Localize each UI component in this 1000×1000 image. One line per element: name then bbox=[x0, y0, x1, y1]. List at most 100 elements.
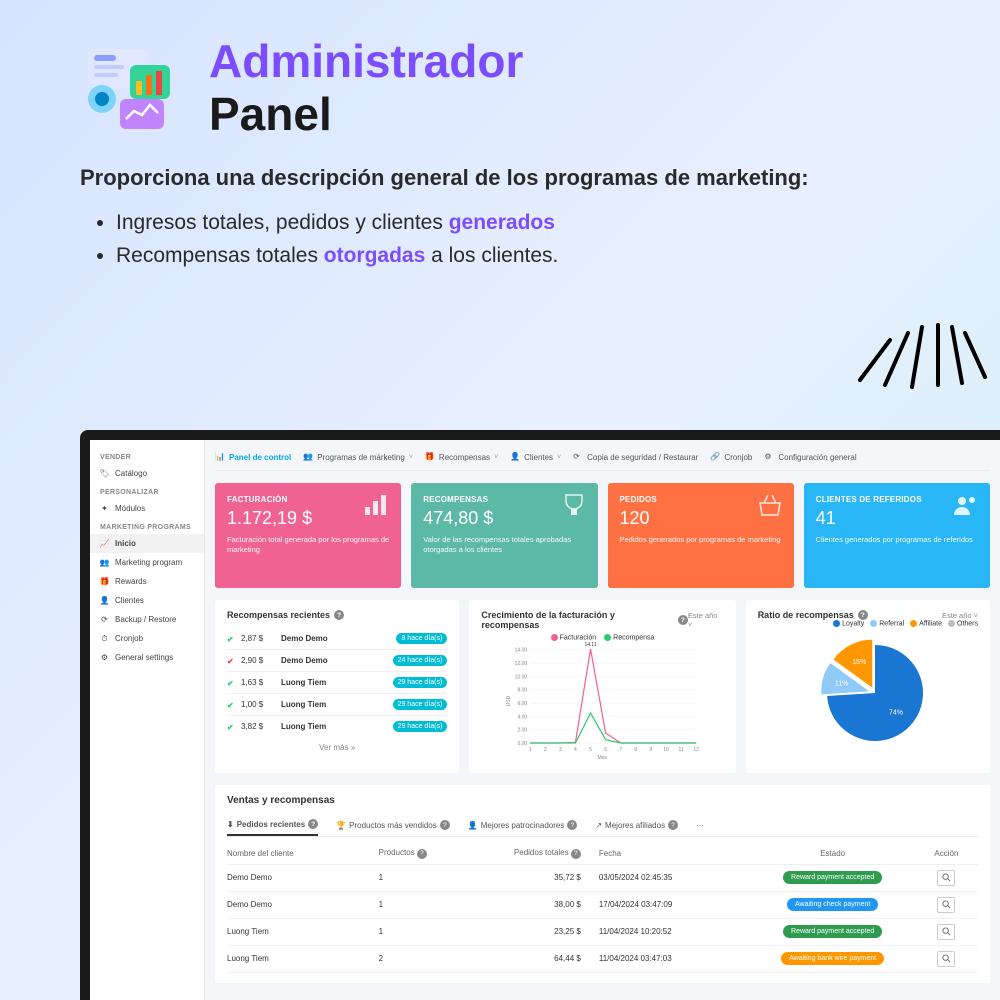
sidebar-item-cronjob[interactable]: ⏱Cronjob bbox=[90, 629, 204, 648]
dashboard-icon: 📊 bbox=[215, 452, 225, 462]
share-icon: ↗ bbox=[595, 821, 602, 830]
sidebar-item-rewards[interactable]: 🎁Rewards bbox=[90, 572, 204, 591]
users-icon bbox=[952, 493, 980, 517]
sidebar-item-clientes[interactable]: 👤Clientes bbox=[90, 591, 204, 610]
sidebar-item-catalogo[interactable]: 🏷Catálogo bbox=[90, 464, 204, 483]
kpi-facturacion: FACTURACIÓN 1.172,19 $ Facturación total… bbox=[215, 483, 401, 588]
chevron-down-icon: ˅ bbox=[409, 454, 413, 461]
card-sales: Ventas y recompensas ⬇Pedidos recientes … bbox=[215, 785, 990, 983]
time-pill: 29 hace día(s) bbox=[393, 699, 448, 710]
feature-bullets: Ingresos totales, pedidos y clientes gen… bbox=[80, 206, 930, 273]
top-tabs: 📊Panel de control 👥Programas de márketin… bbox=[215, 448, 990, 471]
sidebar-item-backup[interactable]: ⟳Backup / Restore bbox=[90, 610, 204, 629]
help-icon[interactable]: ? bbox=[334, 610, 344, 620]
card-recent-rewards: Recompensas recientes ? ✔ 2,87 $ Demo De… bbox=[215, 600, 459, 773]
help-icon[interactable]: ? bbox=[668, 820, 678, 830]
recent-reward-row[interactable]: ✔ 1,00 $ Luong Tiem 29 hace día(s) bbox=[227, 694, 447, 716]
gift-icon: 🎁 bbox=[100, 577, 109, 586]
spark-decoration bbox=[840, 285, 990, 395]
svg-text:Mes: Mes bbox=[598, 755, 608, 761]
help-icon[interactable]: ? bbox=[440, 820, 450, 830]
tab-config[interactable]: ⚙Configuración general bbox=[764, 452, 856, 462]
recent-reward-row[interactable]: ✔ 2,87 $ Demo Demo 8 hace día(s) bbox=[227, 628, 447, 650]
svg-text:11: 11 bbox=[679, 747, 684, 753]
svg-text:0.00: 0.00 bbox=[518, 741, 528, 747]
table-row: Luong Tiem 1 23,25 $ 11/04/2024 10:20:52… bbox=[227, 919, 978, 946]
tab-programas[interactable]: 👥Programas de márketing˅ bbox=[303, 452, 413, 462]
download-icon: ⬇ bbox=[227, 820, 234, 829]
status-badge: Awaiting bank wire payment bbox=[781, 952, 884, 965]
tab-cronjob[interactable]: 🔗Cronjob bbox=[710, 452, 752, 462]
help-icon[interactable]: ? bbox=[567, 820, 577, 830]
table-row: Demo Demo 1 38,00 $ 17/04/2024 03:47:09 … bbox=[227, 892, 978, 919]
svg-text:3: 3 bbox=[559, 747, 562, 753]
sidebar-item-modulos[interactable]: ✦Módulos bbox=[90, 499, 204, 518]
svg-text:10: 10 bbox=[664, 747, 670, 753]
user-icon: 👤 bbox=[510, 452, 520, 462]
recent-reward-row[interactable]: ✔ 1,63 $ Luong Tiem 29 hace día(s) bbox=[227, 672, 447, 694]
help-icon[interactable]: ? bbox=[417, 849, 427, 859]
svg-text:12.00: 12.00 bbox=[515, 661, 528, 667]
svg-text:2.00: 2.00 bbox=[518, 728, 528, 734]
help-icon[interactable]: ? bbox=[571, 849, 581, 859]
sales-tab-productos[interactable]: 🏆Productos más vendidos ? bbox=[336, 814, 450, 836]
subtitle: Proporciona una descripción general de l… bbox=[80, 163, 930, 194]
sales-tab-patroc[interactable]: 👤Mejores patrocinadores ? bbox=[468, 814, 578, 836]
svg-text:6: 6 bbox=[605, 747, 608, 753]
svg-text:1: 1 bbox=[529, 747, 532, 753]
sales-tab-afiliados[interactable]: ↗Mejores afiliados ? bbox=[595, 814, 678, 836]
time-pill: 8 hace día(s) bbox=[396, 633, 447, 644]
svg-text:8: 8 bbox=[635, 747, 638, 753]
users-icon: 👤 bbox=[100, 596, 109, 605]
recent-reward-row[interactable]: ✔ 3,82 $ Luong Tiem 29 hace día(s) bbox=[227, 716, 447, 737]
svg-text:12: 12 bbox=[694, 747, 700, 753]
table-row: Luong Tiem 2 64,44 $ 11/04/2024 03:47:03… bbox=[227, 946, 978, 973]
card-ratio-pie: Ratio de recompensas ? Este año ˅ Loyalt… bbox=[746, 600, 990, 773]
puzzle-icon: ✦ bbox=[100, 504, 109, 513]
basket-icon bbox=[756, 493, 784, 517]
time-pill: 29 hace día(s) bbox=[393, 721, 448, 732]
sidebar-item-inicio[interactable]: 📈Inicio bbox=[90, 534, 204, 553]
check-icon: ✔ bbox=[227, 723, 235, 731]
trophy-icon: 🏆 bbox=[336, 821, 346, 830]
people-icon: 👥 bbox=[100, 558, 109, 567]
status-badge: Awaiting check payment bbox=[787, 898, 878, 911]
svg-text:USD: USD bbox=[507, 696, 513, 707]
help-icon[interactable]: ? bbox=[308, 819, 318, 829]
view-button[interactable] bbox=[937, 951, 955, 967]
tab-panel[interactable]: 📊Panel de control bbox=[215, 452, 291, 462]
svg-text:74%: 74% bbox=[889, 710, 903, 717]
period-dropdown[interactable]: Este año ˅ bbox=[688, 611, 724, 629]
sales-tab-pedidos[interactable]: ⬇Pedidos recientes ? bbox=[227, 814, 318, 836]
page-title: Administrador Panel bbox=[209, 35, 523, 141]
recent-reward-row[interactable]: ✔ 2,90 $ Demo Demo 24 hace día(s) bbox=[227, 650, 447, 672]
svg-text:4.00: 4.00 bbox=[518, 715, 528, 721]
svg-text:4: 4 bbox=[574, 747, 577, 753]
tab-backup[interactable]: ⟳Copia de seguridad / Restaurar bbox=[573, 452, 698, 462]
refresh-icon: ⟳ bbox=[573, 452, 583, 462]
help-icon[interactable]: ? bbox=[858, 610, 868, 620]
kpi-clientes: CLIENTES DE REFERIDOS 41 Clientes genera… bbox=[804, 483, 990, 588]
view-button[interactable] bbox=[937, 924, 955, 940]
status-badge: Reward payment accepted bbox=[783, 925, 882, 938]
card-growth-chart: Crecimiento de la facturación y recompen… bbox=[469, 600, 735, 773]
check-icon: ✔ bbox=[227, 679, 235, 687]
svg-text:8.00: 8.00 bbox=[518, 688, 528, 694]
time-pill: 29 hace día(s) bbox=[393, 677, 448, 688]
ver-mas-link[interactable]: Ver más » bbox=[227, 743, 447, 752]
sidebar-item-marketing[interactable]: 👥Marketing program bbox=[90, 553, 204, 572]
help-icon[interactable]: ? bbox=[678, 615, 688, 625]
view-button[interactable] bbox=[937, 897, 955, 913]
check-icon: ✔ bbox=[227, 657, 235, 665]
view-button[interactable] bbox=[937, 870, 955, 886]
sales-tab-more[interactable]: ··· bbox=[696, 814, 704, 836]
svg-text:10.00: 10.00 bbox=[515, 675, 528, 681]
period-dropdown[interactable]: Este año ˅ bbox=[942, 611, 978, 620]
kpi-recompensas: RECOMPENSAS 474,80 $ Valor de las recomp… bbox=[411, 483, 597, 588]
tab-recompensas[interactable]: 🎁Recompensas˅ bbox=[425, 452, 498, 462]
screenshot-frame: VENDER 🏷Catálogo PERSONALIZAR ✦Módulos M… bbox=[80, 430, 1000, 1000]
chart-icon: 📈 bbox=[100, 539, 109, 548]
tab-clientes[interactable]: 👤Clientes˅ bbox=[510, 452, 561, 462]
clock-icon: ⏱ bbox=[100, 634, 109, 643]
sidebar-item-general[interactable]: ⚙General settings bbox=[90, 648, 204, 667]
